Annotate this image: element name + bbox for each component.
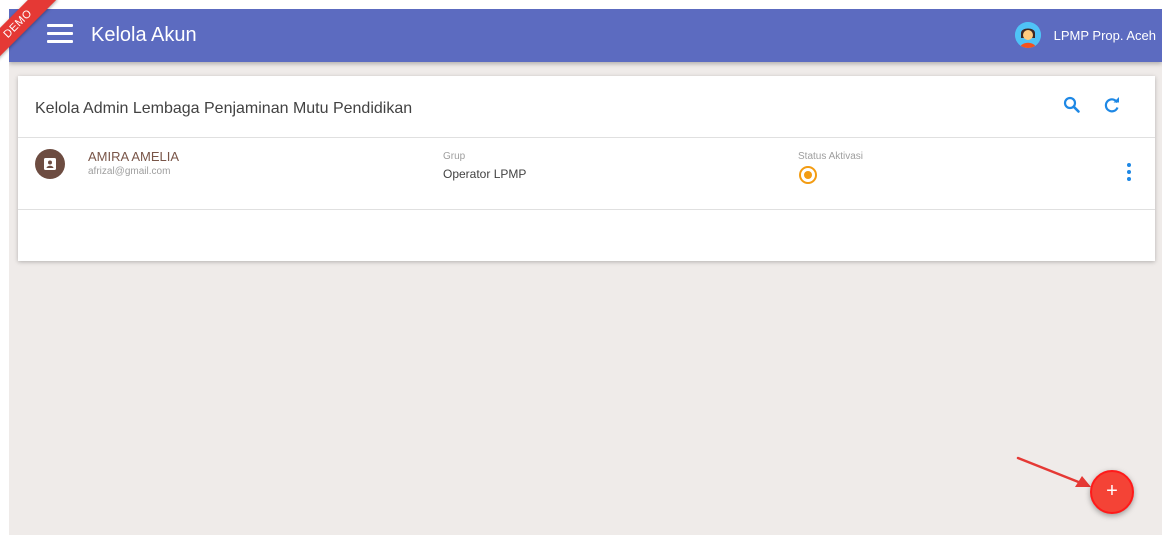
account-list-card: Kelola Admin Lembaga Penjaminan Mutu Pen… [18, 76, 1155, 261]
group-value: Operator LPMP [443, 167, 527, 181]
add-account-button[interactable]: + [1090, 470, 1134, 514]
app-frame: Kelola Akun LPMP Prop. Aceh Kelola Admin… [9, 9, 1162, 535]
page-title: Kelola Akun [91, 24, 197, 46]
group-label: Grup [443, 151, 466, 162]
app-bar: Kelola Akun LPMP Prop. Aceh [9, 9, 1162, 62]
contact-avatar-icon [35, 149, 65, 179]
account-name: AMIRA AMELIA [88, 149, 180, 164]
user-menu[interactable]: LPMP Prop. Aceh [1014, 21, 1156, 49]
activation-status-radio[interactable] [799, 166, 817, 184]
card-title: Kelola Admin Lembaga Penjaminan Mutu Pen… [35, 100, 413, 117]
radio-dot [804, 171, 812, 179]
hamburger-menu-icon[interactable] [47, 24, 73, 44]
account-email: afrizal@gmail.com [88, 166, 171, 177]
user-name: LPMP Prop. Aceh [1053, 27, 1156, 43]
card-header: Kelola Admin Lembaga Penjaminan Mutu Pen… [18, 76, 1155, 138]
refresh-icon[interactable] [1100, 93, 1124, 117]
status-label: Status Aktivasi [798, 151, 864, 162]
user-avatar [1014, 22, 1041, 48]
account-row[interactable]: AMIRA AMELIA afrizal@gmail.com Grup Oper… [18, 138, 1155, 210]
pointer-arrow-icon [1016, 456, 1091, 487]
more-vert-icon[interactable] [1123, 163, 1135, 183]
search-icon[interactable] [1060, 93, 1084, 117]
